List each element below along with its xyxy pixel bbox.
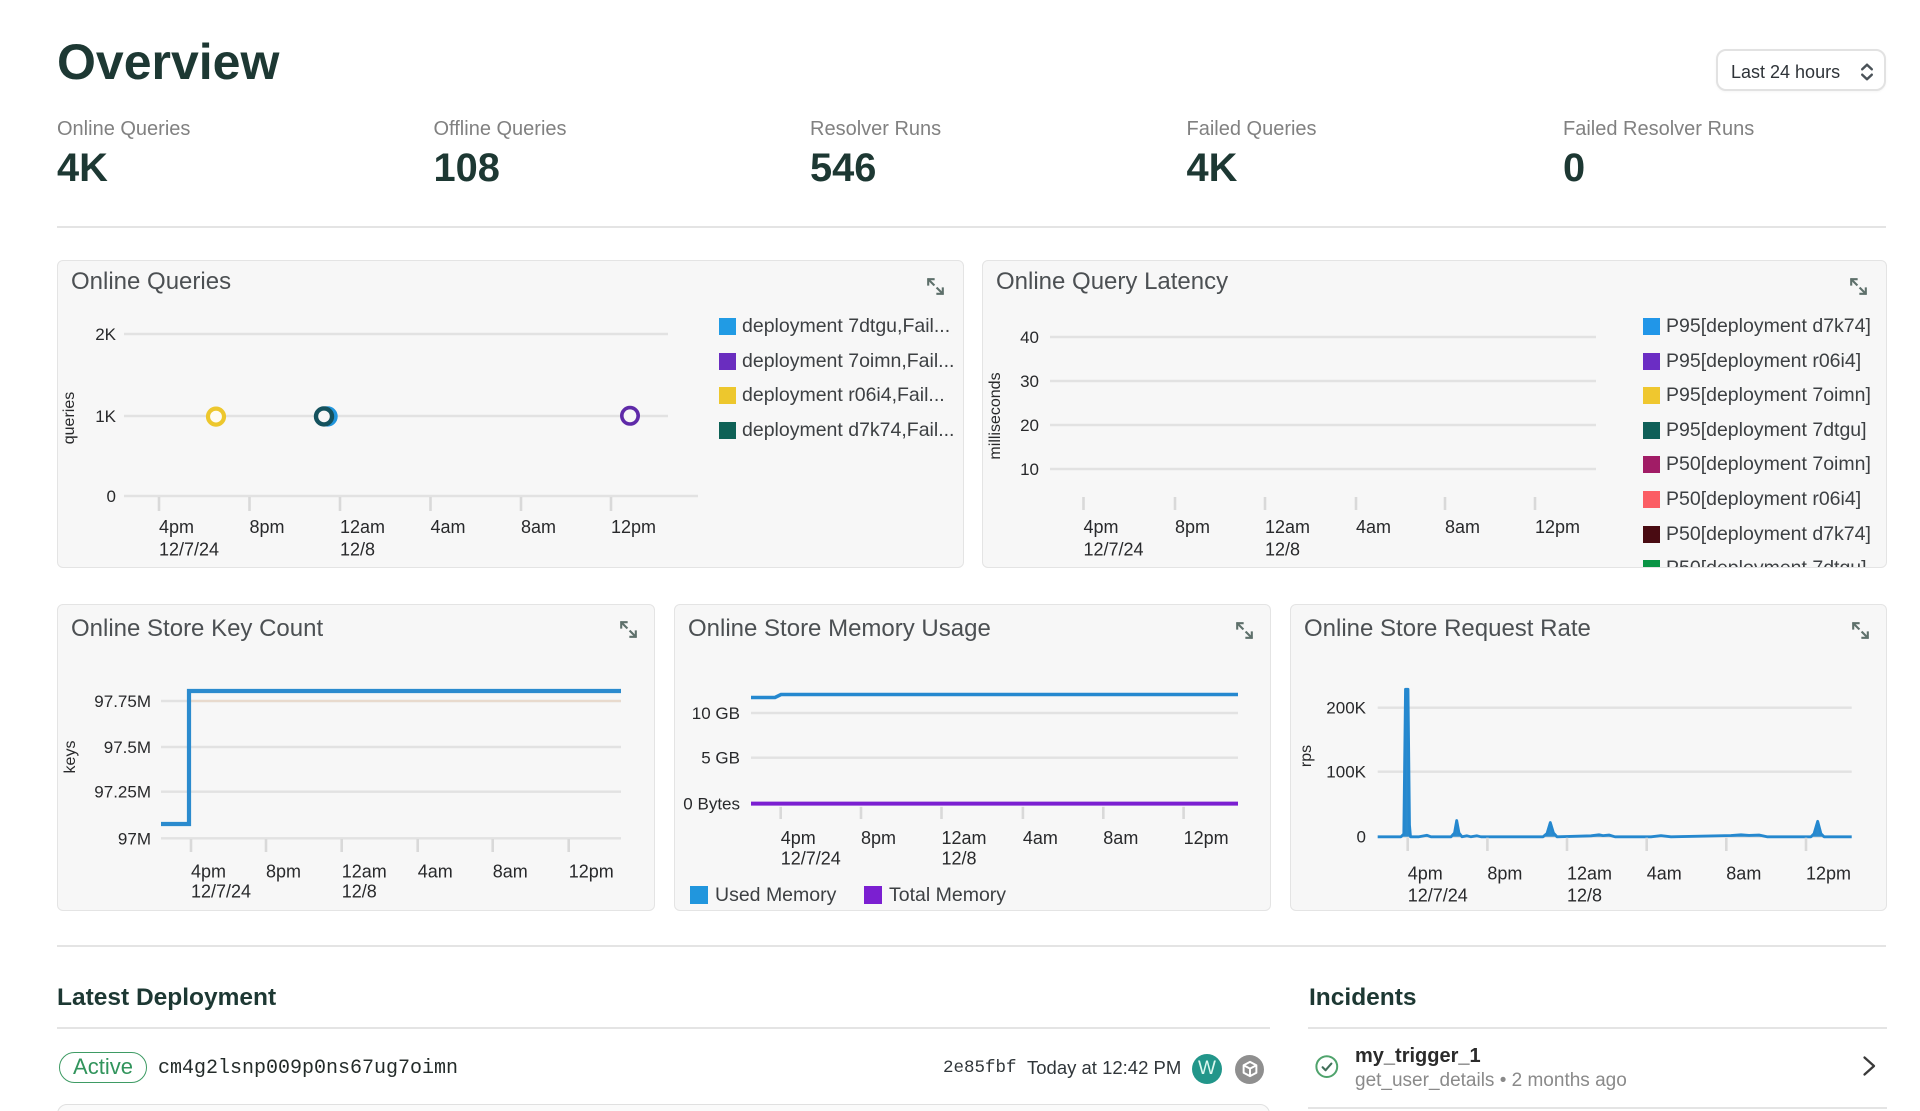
svg-text:8pm: 8pm (266, 862, 301, 882)
svg-text:4pm: 4pm (1084, 517, 1119, 537)
svg-text:12/8: 12/8 (340, 540, 375, 560)
svg-text:2K: 2K (95, 325, 116, 344)
svg-text:40: 40 (1020, 328, 1039, 347)
svg-text:12am: 12am (340, 517, 385, 537)
svg-text:12/7/24: 12/7/24 (191, 882, 251, 902)
svg-text:100K: 100K (1326, 763, 1366, 782)
svg-text:12/7/24: 12/7/24 (1084, 540, 1144, 560)
svg-text:queries: queries (61, 392, 78, 444)
svg-text:8am: 8am (1726, 864, 1761, 884)
svg-text:4pm: 4pm (1408, 864, 1443, 884)
svg-text:rps: rps (1298, 745, 1315, 767)
svg-text:0: 0 (107, 487, 116, 506)
svg-text:97.75M: 97.75M (94, 692, 151, 711)
svg-text:4pm: 4pm (159, 517, 194, 537)
svg-text:4pm: 4pm (191, 862, 226, 882)
svg-text:12pm: 12pm (611, 517, 656, 537)
svg-text:8am: 8am (493, 862, 528, 882)
svg-text:30: 30 (1020, 372, 1039, 391)
svg-text:8pm: 8pm (1175, 517, 1210, 537)
svg-text:20: 20 (1020, 416, 1039, 435)
svg-text:12/7/24: 12/7/24 (159, 540, 219, 560)
svg-text:12am: 12am (342, 862, 387, 882)
svg-text:12am: 12am (1567, 864, 1612, 884)
svg-text:10 GB: 10 GB (692, 704, 740, 723)
svg-text:8am: 8am (1445, 517, 1480, 537)
svg-text:5 GB: 5 GB (701, 749, 740, 768)
svg-text:0: 0 (1357, 828, 1366, 847)
svg-text:12am: 12am (942, 828, 987, 848)
svg-text:12pm: 12pm (569, 862, 614, 882)
svg-text:4am: 4am (1023, 828, 1058, 848)
svg-text:12/7/24: 12/7/24 (781, 849, 841, 869)
svg-text:12pm: 12pm (1806, 864, 1851, 884)
svg-text:4am: 4am (1356, 517, 1391, 537)
svg-text:12/8: 12/8 (1567, 886, 1602, 906)
svg-text:1K: 1K (95, 407, 116, 426)
svg-text:4am: 4am (418, 862, 453, 882)
svg-text:4pm: 4pm (781, 828, 816, 848)
svg-text:0 Bytes: 0 Bytes (683, 795, 740, 814)
svg-text:12/8: 12/8 (1265, 540, 1300, 560)
svg-text:8pm: 8pm (1487, 864, 1522, 884)
svg-text:97M: 97M (118, 829, 151, 848)
svg-text:200K: 200K (1326, 699, 1366, 718)
svg-text:4am: 4am (1647, 864, 1682, 884)
svg-text:12pm: 12pm (1184, 828, 1229, 848)
svg-text:8pm: 8pm (861, 828, 896, 848)
svg-text:12/8: 12/8 (942, 849, 977, 869)
svg-text:8am: 8am (1103, 828, 1138, 848)
svg-text:milliseconds: milliseconds (987, 372, 1004, 459)
svg-text:8pm: 8pm (250, 517, 285, 537)
svg-text:12/8: 12/8 (342, 882, 377, 902)
svg-text:12am: 12am (1265, 517, 1310, 537)
svg-text:keys: keys (62, 741, 79, 774)
svg-text:12pm: 12pm (1535, 517, 1580, 537)
svg-text:12/7/24: 12/7/24 (1408, 886, 1468, 906)
svg-text:97.5M: 97.5M (104, 738, 151, 757)
svg-text:10: 10 (1020, 460, 1039, 479)
svg-text:4am: 4am (431, 517, 466, 537)
svg-text:97.25M: 97.25M (94, 783, 151, 802)
svg-text:8am: 8am (521, 517, 556, 537)
